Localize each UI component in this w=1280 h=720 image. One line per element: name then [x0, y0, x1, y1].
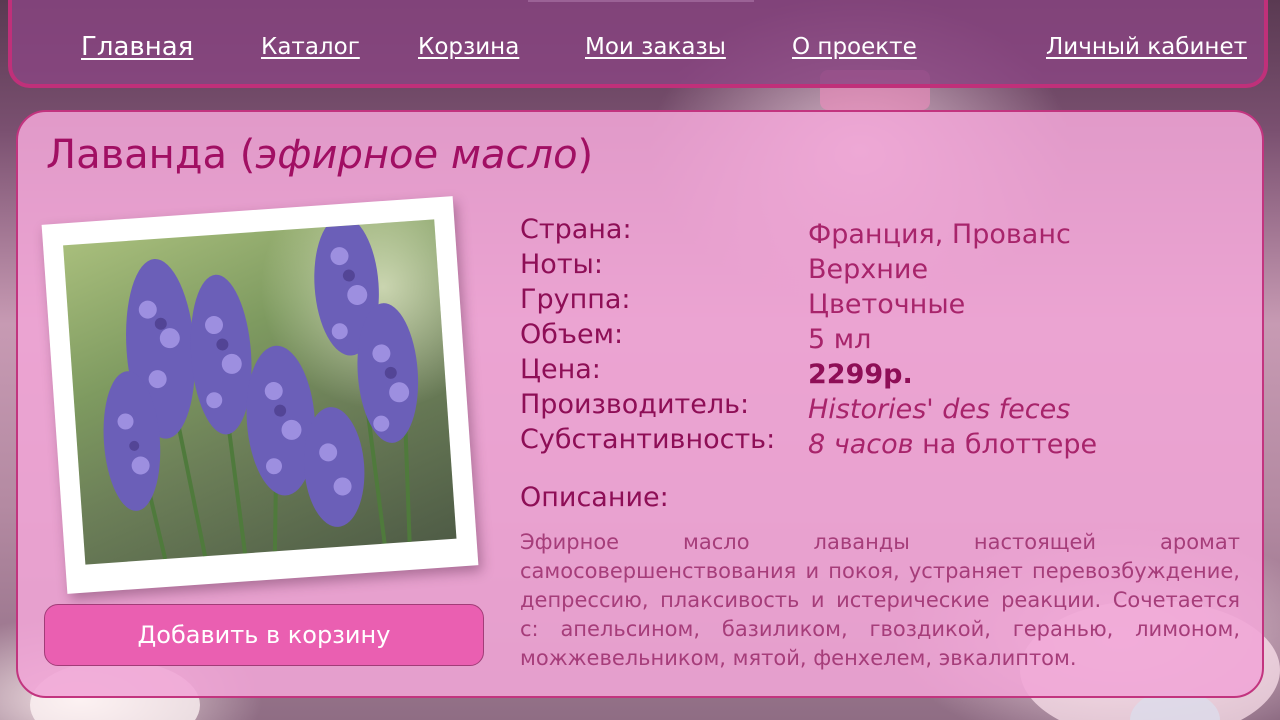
spec-group-label: Группа:: [520, 284, 631, 315]
spec-price-label: Цена:: [520, 354, 601, 385]
spec-country-label: Страна:: [520, 214, 632, 245]
spec-substantivity-hours: 8 часов: [808, 429, 914, 460]
nav-cart-link[interactable]: Корзина: [418, 34, 519, 60]
product-title-italic: эфирное масло: [255, 132, 578, 178]
main-navbar: Главная Каталог Корзина Мои заказы О про…: [8, 0, 1268, 88]
lavender-photo: [63, 219, 457, 565]
spec-volume-value: 5 мл: [808, 324, 872, 355]
spec-maker-label: Производитель:: [520, 389, 750, 420]
spec-price-value: 2299р.: [808, 359, 913, 390]
add-to-cart-button[interactable]: Добавить в корзину: [44, 604, 484, 666]
lavender-illustration: [103, 219, 419, 560]
spec-substantivity-rest: на блоттере: [913, 429, 1098, 460]
nav-home-link[interactable]: Главная: [81, 32, 193, 62]
spec-country-value: Франция, Прованс: [808, 219, 1071, 250]
nav-about-link[interactable]: О проекте: [792, 34, 917, 60]
nav-account-link[interactable]: Личный кабинет: [1046, 34, 1247, 60]
nav-catalog-link[interactable]: Каталог: [261, 34, 360, 60]
nav-orders-link[interactable]: Мои заказы: [585, 34, 726, 60]
description-heading: Описание:: [520, 482, 669, 513]
product-title-close: ): [577, 132, 594, 178]
product-photo-frame: [41, 196, 479, 594]
spec-substantivity-value: 8 часов на блоттере: [808, 428, 1097, 462]
product-title: Лаванда (эфирное масло): [46, 132, 593, 178]
spec-notes-value: Верхние: [808, 254, 929, 285]
spec-group-value: Цветочные: [808, 289, 966, 320]
spec-notes-label: Ноты:: [520, 249, 603, 280]
description-text: Эфирное масло лаванды настоящей аромат с…: [520, 530, 1240, 670]
spec-volume-label: Объем:: [520, 319, 624, 350]
spec-maker-value: Histories' des feces: [808, 394, 1071, 425]
product-title-main: Лаванда (: [46, 132, 256, 178]
spec-substantivity-label: Субстантивность:: [520, 424, 776, 455]
